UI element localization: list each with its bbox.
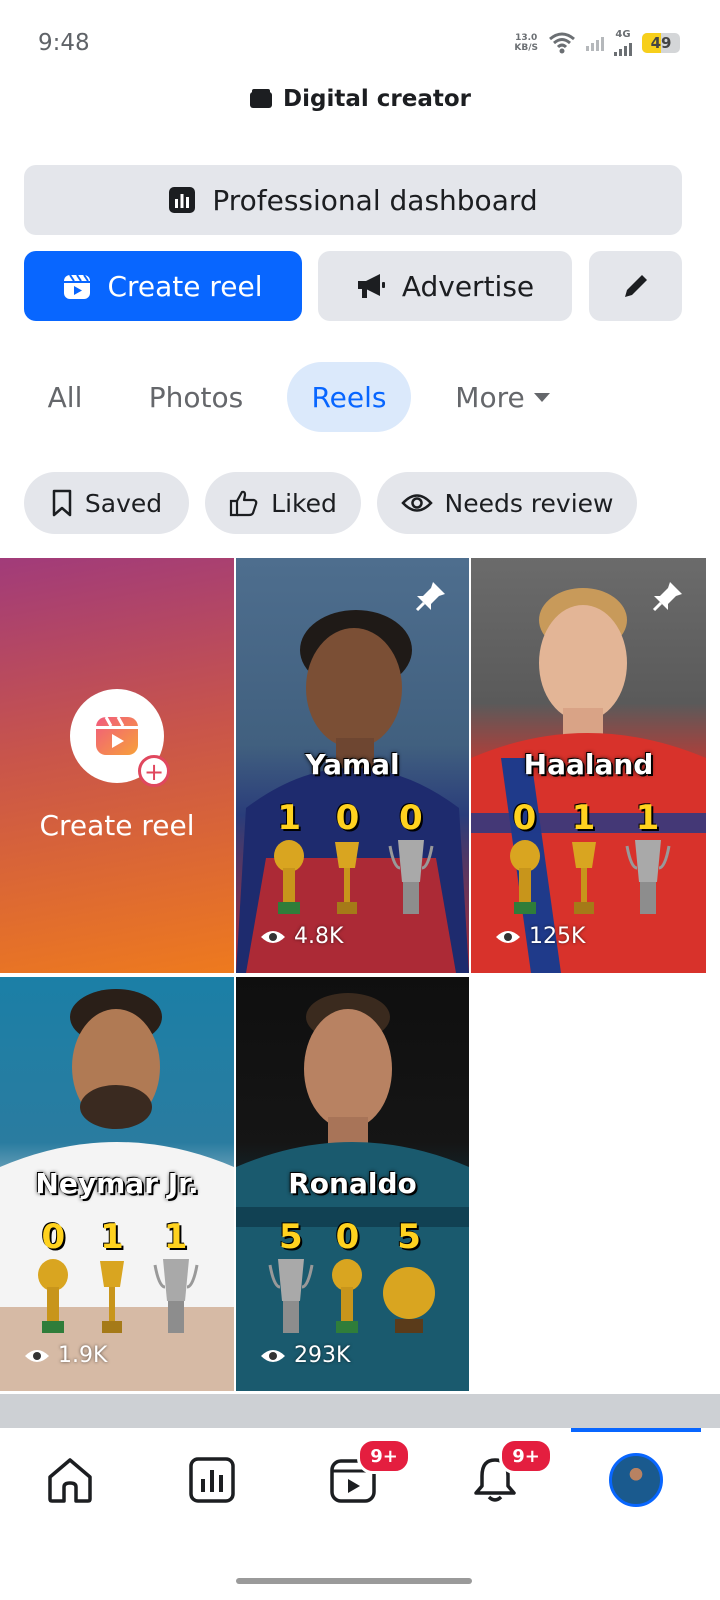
eye-icon — [400, 494, 433, 512]
trophy-count: 1 — [635, 798, 660, 838]
filter-needs-review[interactable]: Needs review — [377, 472, 637, 534]
notification-badge: 9+ — [499, 1438, 553, 1474]
trophy-count: 5 — [397, 1217, 421, 1257]
pencil-icon — [624, 275, 647, 297]
reel-tile[interactable]: Ronaldo 5 0 5 293K — [236, 977, 469, 1391]
active-nav-indicator — [571, 1428, 701, 1432]
page-header: Digital creator — [0, 86, 720, 112]
net-speed: 13.0 KB/S — [514, 33, 538, 53]
eye-icon — [261, 930, 285, 943]
champions-trophy-icon — [625, 840, 670, 914]
pin-icon — [652, 582, 682, 612]
reel-title: Yamal — [305, 748, 400, 781]
trophy-count: 0 — [512, 798, 537, 838]
trophy-row: 5 0 5 — [236, 1217, 469, 1337]
tab-more[interactable]: More — [438, 362, 568, 432]
tab-reels[interactable]: Reels — [287, 362, 411, 432]
signal-4g: 4G — [614, 30, 632, 56]
tab-photos[interactable]: Photos — [130, 362, 262, 432]
trophy-count: 1 — [163, 1217, 188, 1257]
nav-notifications[interactable]: 9+ — [455, 1438, 553, 1510]
trophy-count: 1 — [571, 798, 596, 838]
world-cup-trophy-icon — [509, 840, 540, 914]
cup-trophy-icon — [335, 842, 360, 914]
nav-reels[interactable]: 9+ — [313, 1438, 411, 1510]
reel-tile[interactable]: Neymar Jr. 0 1 1 1.9K — [0, 977, 234, 1391]
trophy-count: 5 — [278, 1217, 303, 1257]
notification-badge: 9+ — [357, 1438, 411, 1474]
world-cup-trophy-icon — [274, 840, 305, 914]
nav-dashboard[interactable] — [172, 1450, 252, 1510]
cup-trophy-icon — [571, 842, 596, 914]
filter-liked[interactable]: Liked — [205, 472, 361, 534]
bookmark-icon — [52, 489, 72, 517]
home-indicator — [236, 1578, 472, 1584]
trophy-count: 0 — [335, 1217, 360, 1257]
bar-chart-icon — [189, 1457, 235, 1503]
reels-icon — [64, 274, 91, 299]
trophy-count: 0 — [335, 798, 360, 838]
signal-icon-2 — [614, 40, 632, 56]
create-reel-icon-circle: + — [70, 689, 170, 787]
champions-trophy-icon — [153, 1259, 199, 1333]
eye-icon — [261, 1349, 285, 1362]
reel-title: Ronaldo — [288, 1167, 417, 1200]
home-icon — [48, 1458, 92, 1503]
dashboard-icon — [169, 187, 196, 213]
thumbs-up-icon — [230, 490, 258, 517]
view-count: 4.8K — [260, 924, 343, 949]
tab-all[interactable]: All — [30, 362, 100, 432]
trophy-row: 0 1 1 — [471, 798, 706, 918]
reels-gradient-icon — [96, 716, 138, 755]
caret-down-icon — [533, 393, 550, 402]
signal-icon-1 — [586, 35, 604, 51]
trophy-row: 0 1 1 — [0, 1217, 234, 1337]
battery-icon: 49 — [642, 33, 680, 53]
status-icons: 13.0 KB/S 4G 49 — [514, 30, 680, 56]
page-title: Digital creator — [283, 86, 471, 112]
professional-dashboard-label: Professional dashboard — [212, 183, 538, 217]
eye-icon — [25, 1349, 49, 1362]
status-time: 9:48 — [38, 30, 90, 56]
trophy-count: 1 — [277, 798, 301, 838]
world-cup-trophy-icon — [332, 1259, 363, 1333]
create-reel-button[interactable]: Create reel — [24, 251, 302, 321]
view-count: 125K — [495, 924, 585, 949]
scroll-shade — [0, 1394, 720, 1428]
create-reel-label: Create reel — [107, 269, 263, 303]
pin-icon — [415, 582, 445, 612]
world-cup-trophy-icon — [38, 1259, 69, 1333]
clapperboard-icon — [250, 89, 273, 108]
cup-trophy-icon — [99, 1261, 124, 1333]
trophy-count: 1 — [100, 1217, 124, 1257]
trophy-count: 0 — [398, 798, 423, 838]
filter-saved[interactable]: Saved — [24, 472, 189, 534]
nav-profile[interactable] — [596, 1450, 676, 1510]
avatar — [609, 1453, 663, 1507]
edit-button[interactable] — [589, 251, 682, 321]
create-reel-tile-label: Create reel — [39, 809, 195, 842]
ballon-dor-icon — [383, 1267, 436, 1333]
eye-icon — [496, 930, 520, 943]
professional-dashboard-button[interactable]: Professional dashboard — [24, 165, 682, 235]
view-count: 293K — [260, 1343, 350, 1368]
reel-tile[interactable]: Haaland 0 1 1 125K — [471, 558, 706, 973]
advertise-label: Advertise — [401, 269, 535, 303]
reel-tile[interactable]: Yamal 1 0 0 4.8K — [236, 558, 469, 973]
champions-trophy-icon — [388, 840, 434, 914]
trophy-row: 1 0 0 — [236, 798, 469, 918]
plus-icon: + — [138, 755, 170, 787]
reel-title: Neymar Jr. — [35, 1167, 199, 1200]
create-reel-tile[interactable]: + Create reel — [0, 558, 234, 973]
wifi-icon — [549, 32, 575, 54]
trophy-count: 0 — [41, 1217, 66, 1257]
megaphone-icon — [357, 274, 385, 298]
reel-title: Haaland — [523, 748, 654, 781]
view-count: 1.9K — [24, 1343, 107, 1368]
nav-home[interactable] — [30, 1450, 110, 1510]
advertise-button[interactable]: Advertise — [318, 251, 572, 321]
champions-trophy-icon — [268, 1259, 314, 1333]
